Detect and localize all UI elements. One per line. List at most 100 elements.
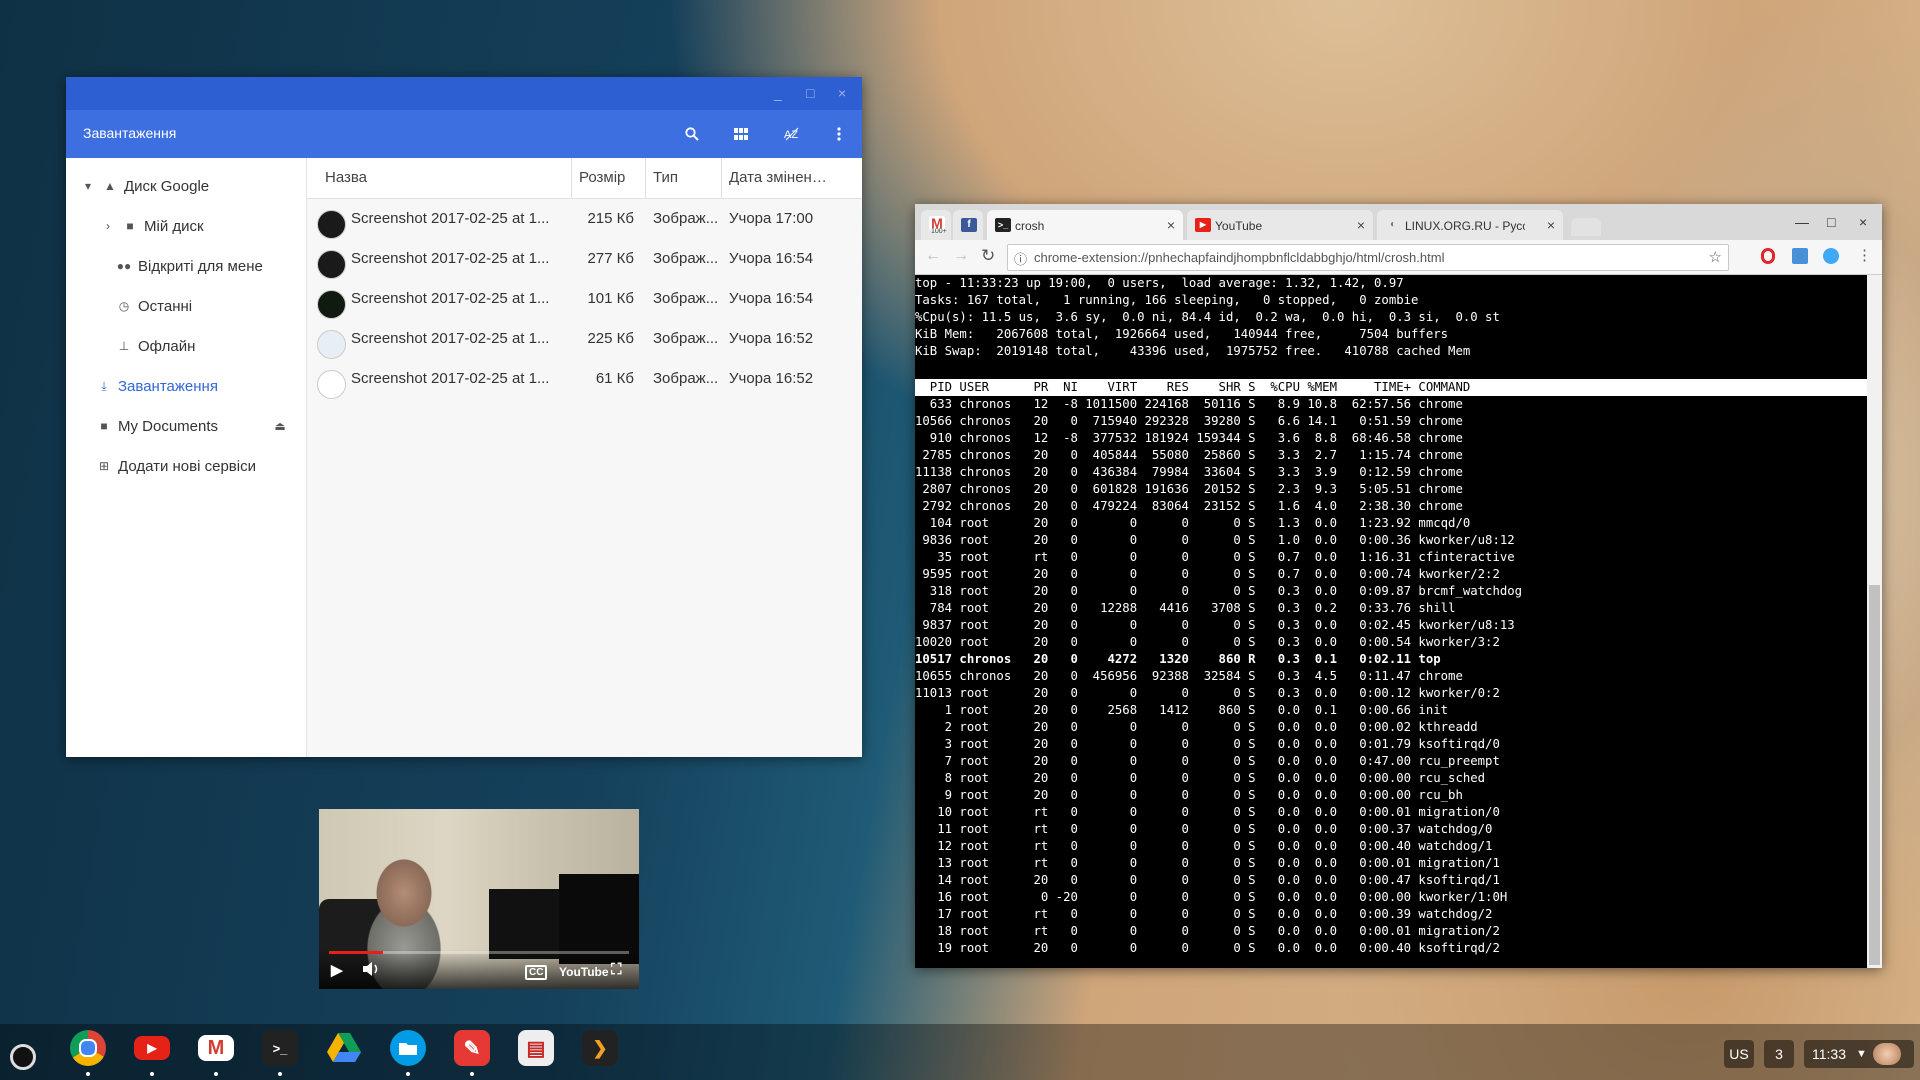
- sidebar-item-google-drive[interactable]: ▾ ▲ Диск Google: [80, 174, 209, 198]
- file-row[interactable]: Screenshot 2017-02-25 at 1... 101 Кб Зобра…: [307, 279, 862, 319]
- sidebar-item-label: Завантаження: [118, 377, 218, 395]
- file-row[interactable]: Screenshot 2017-02-25 at 1... 61 Кб Зображ…: [307, 359, 862, 399]
- extension-icon[interactable]: [1792, 248, 1808, 264]
- plex-icon[interactable]: ❯: [582, 1030, 618, 1066]
- captions-icon[interactable]: CC: [525, 965, 548, 980]
- column-header-date[interactable]: Дата змінен…: [729, 169, 827, 186]
- search-icon[interactable]: [680, 122, 704, 146]
- column-header-name[interactable]: Назва: [325, 169, 367, 186]
- file-row[interactable]: Screenshot 2017-02-25 at 1... 215 Кб Зобра…: [307, 199, 862, 239]
- youtube-video-player[interactable]: ▶ CC YouTube ⛶: [319, 809, 639, 989]
- notification-count[interactable]: 3: [1764, 1040, 1794, 1068]
- sidebar-item-downloads[interactable]: ⤓ Завантаження: [96, 374, 218, 398]
- chrome-icon[interactable]: [70, 1030, 106, 1066]
- files-titlebar[interactable]: _ □ ×: [66, 77, 862, 110]
- summary-line: %Cpu(s): 11.5 us, 3.6 sy, 0.0 ni, 84.4 i…: [915, 310, 1500, 324]
- status-area[interactable]: 11:33 ▼: [1804, 1040, 1914, 1068]
- sidebar-item-offline[interactable]: ⊥ Офлайн: [116, 334, 196, 358]
- file-row[interactable]: Screenshot 2017-02-25 at 1... 225 Кб Зобра…: [307, 319, 862, 359]
- clock: 11:33: [1812, 1046, 1846, 1062]
- more-options-icon[interactable]: [827, 122, 851, 146]
- close-icon[interactable]: ×: [1859, 214, 1867, 230]
- process-row: 2785 chronos 20 0 405844 55080 25860 S 3…: [915, 448, 1463, 462]
- column-header-size[interactable]: Розмір: [579, 169, 625, 186]
- process-row: 2792 chronos 20 0 479224 83064 23152 S 1…: [915, 499, 1463, 513]
- close-icon[interactable]: ×: [838, 85, 846, 101]
- file-date: Учора 16:52: [729, 330, 814, 347]
- file-date: Учора 16:54: [729, 290, 814, 307]
- image-thumbnail-icon: [317, 210, 346, 239]
- gmail-icon[interactable]: M: [198, 1035, 234, 1061]
- process-row: 17 root rt 0 0 0 0 S 0.0 0.0 0:00.39 wat…: [915, 907, 1493, 921]
- tab-close-icon[interactable]: ×: [1547, 217, 1555, 233]
- launcher-icon[interactable]: [10, 1044, 36, 1070]
- grid-view-icon[interactable]: [729, 122, 753, 146]
- play-icon[interactable]: ▶: [331, 961, 343, 979]
- chevron-right-icon[interactable]: ›: [100, 219, 116, 233]
- crosh-browser-window: M 100+ f >_ crosh × ▶ YouTube × ◐ LINUX.…: [915, 204, 1882, 968]
- process-row: 12 root rt 0 0 0 0 S 0.0 0.0 0:00.40 wat…: [915, 839, 1493, 853]
- sidebar-item-my-documents[interactable]: ■ My Documents ⏏: [96, 414, 296, 438]
- sidebar-item-recent[interactable]: ◷ Останні: [116, 294, 192, 318]
- column-header-type[interactable]: Тип: [653, 169, 678, 186]
- pin-icon: ⊥: [118, 339, 130, 353]
- pin-app-icon[interactable]: ✎: [454, 1030, 490, 1066]
- youtube-logo-icon[interactable]: YouTube: [559, 965, 609, 979]
- sort-icon[interactable]: AZ: [780, 122, 804, 146]
- terminal-icon: >_: [995, 218, 1011, 232]
- terminal-icon[interactable]: >_: [262, 1030, 298, 1066]
- info-icon[interactable]: ⓘ: [1014, 249, 1027, 268]
- google-drive-icon[interactable]: [326, 1030, 362, 1066]
- minimize-icon[interactable]: _: [774, 85, 782, 101]
- process-row: 3 root 20 0 0 0 0 S 0.0 0.0 0:01.79 ksof…: [915, 737, 1500, 751]
- terminal-output[interactable]: top - 11:33:23 up 19:00, 0 users, load a…: [915, 275, 1867, 968]
- tab-close-icon[interactable]: ×: [1167, 217, 1175, 233]
- back-icon[interactable]: ←: [925, 247, 941, 265]
- process-row: 18 root rt 0 0 0 0 S 0.0 0.0 0:00.01 mig…: [915, 924, 1500, 938]
- sidebar-item-my-drive[interactable]: › ■ Мій диск: [100, 214, 204, 238]
- reload-icon[interactable]: ↻: [981, 246, 995, 266]
- process-row: 19 root 20 0 0 0 0 S 0.0 0.0 0:00.40 kso…: [915, 941, 1500, 955]
- volume-icon[interactable]: [363, 961, 381, 981]
- chevron-down-icon[interactable]: ▾: [80, 179, 96, 193]
- file-row[interactable]: Screenshot 2017-02-25 at 1... 277 Кб Зобра…: [307, 239, 862, 279]
- youtube-icon[interactable]: ▶: [134, 1036, 170, 1060]
- terminal-scrollbar[interactable]: [1867, 275, 1882, 968]
- sidebar-item-label: Мій диск: [144, 217, 204, 235]
- web-store-icon[interactable]: ▤: [518, 1030, 554, 1066]
- facebook-icon: f: [961, 218, 977, 232]
- file-list-header: Назва Розмір Тип Дата змінен…: [307, 158, 862, 199]
- ime-indicator[interactable]: US: [1724, 1040, 1754, 1068]
- files-app-window: _ □ × Завантаження AZ ▾ ▲ Диск Google › …: [66, 77, 862, 757]
- tab-youtube[interactable]: ▶ YouTube ×: [1187, 210, 1373, 240]
- maximize-icon[interactable]: □: [806, 85, 814, 101]
- summary-line: KiB Mem: 2067608 total, 1926664 used, 14…: [915, 327, 1449, 341]
- file-type: Зображ...: [653, 330, 719, 347]
- tab-linuxorg[interactable]: ◐ LINUX.ORG.RU - Русская ×: [1377, 210, 1563, 240]
- sidebar-item-shared[interactable]: ●● Відкриті для мене: [116, 254, 263, 278]
- minimize-icon[interactable]: —: [1795, 214, 1809, 230]
- process-table-header: PID USER PR NI VIRT RES SHR S %CPU %MEM …: [915, 379, 1867, 396]
- files-icon[interactable]: [390, 1030, 426, 1066]
- opera-extension-icon[interactable]: [1761, 248, 1775, 264]
- video-progress-bar[interactable]: [329, 951, 629, 954]
- sidebar-item-label: Останні: [138, 297, 193, 315]
- process-row: 13 root rt 0 0 0 0 S 0.0 0.0 0:00.01 mig…: [915, 856, 1500, 870]
- process-row: 1 root 20 0 2568 1412 860 S 0.0 0.1 0:00…: [915, 703, 1449, 717]
- extension-icon[interactable]: [1823, 248, 1839, 264]
- address-bar[interactable]: ⓘ chrome-extension://pnhechapfaindjhompb…: [1007, 244, 1729, 271]
- new-tab-button[interactable]: [1571, 218, 1601, 236]
- maximize-icon[interactable]: □: [1827, 214, 1835, 230]
- browser-toolbar: ← → ↻ ⓘ chrome-extension://pnhechapfaind…: [915, 240, 1882, 275]
- tab-crosh[interactable]: >_ crosh ×: [987, 210, 1183, 240]
- forward-icon[interactable]: →: [953, 247, 969, 265]
- tab-facebook[interactable]: f: [953, 210, 983, 240]
- sidebar-item-add-services[interactable]: ⊞ Додати нові сервіси: [96, 454, 256, 478]
- tab-close-icon[interactable]: ×: [1357, 217, 1365, 233]
- tab-gmail[interactable]: M 100+: [921, 210, 951, 240]
- download-icon: ⤓: [101, 378, 107, 393]
- fullscreen-icon[interactable]: ⛶: [611, 961, 622, 978]
- eject-icon[interactable]: ⏏: [272, 419, 288, 433]
- bookmark-star-icon[interactable]: ☆: [1709, 248, 1722, 266]
- browser-menu-icon[interactable]: ⋮: [1857, 246, 1872, 264]
